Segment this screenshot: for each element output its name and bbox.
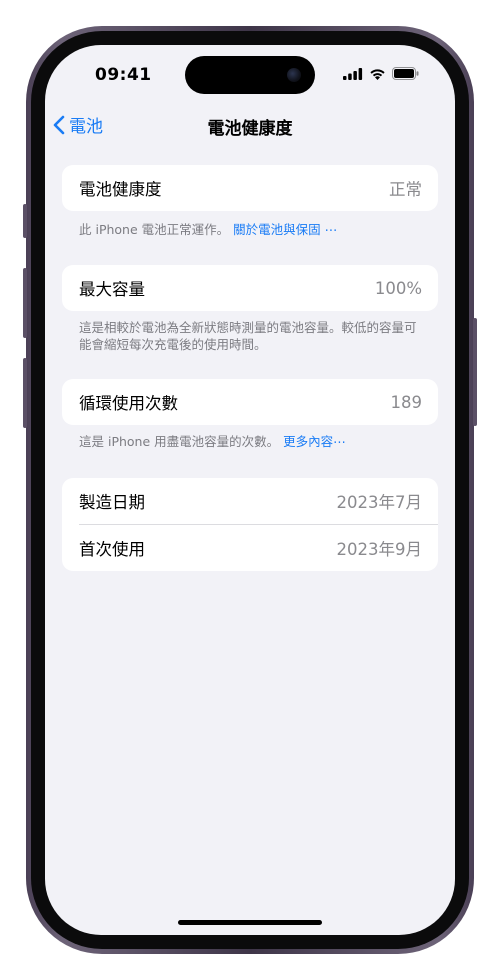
manufacture-value: 2023年7月 (336, 493, 423, 512)
capacity-label: 最大容量 (79, 280, 145, 299)
cycles-footer: 這是 iPhone 用盡電池容量的次數。 更多內容⋯ (79, 433, 424, 450)
health-footer-text: 此 iPhone 電池正常運作。 (79, 222, 230, 237)
manufacture-row: 製造日期 2023年7月 (62, 478, 438, 524)
signal-icon (343, 67, 363, 80)
dates-card: 製造日期 2023年7月 首次使用 2023年9月 (62, 478, 438, 571)
more-info-link[interactable]: 更多內容⋯ (283, 434, 346, 449)
capacity-card: 最大容量 100% (62, 265, 438, 311)
cycles-card: 循環使用次數 189 (62, 379, 438, 425)
status-bar: 09:41 (45, 45, 455, 105)
capacity-footer: 這是相較於電池為全新狀態時測量的電池容量。較低的容量可能會縮短每次充電後的使用時… (79, 319, 424, 353)
page-title: 電池健康度 (207, 119, 293, 139)
screen: 09:41 電池 電池健康度 電池健康度 正常 此 iPhone 電池正常運作。… (45, 45, 455, 935)
first-use-label: 首次使用 (79, 540, 145, 559)
status-icons (343, 67, 419, 80)
cycles-value: 189 (390, 392, 423, 412)
home-indicator[interactable] (178, 920, 322, 925)
cycles-footer-text: 這是 iPhone 用盡電池容量的次數。 (79, 434, 280, 449)
manufacture-label: 製造日期 (79, 493, 145, 512)
navigation-bar: 電池 電池健康度 (45, 108, 455, 144)
health-card: 電池健康度 正常 (62, 165, 438, 211)
cycles-label: 循環使用次數 (79, 394, 178, 413)
volume-down-button (23, 358, 27, 428)
action-button (23, 204, 27, 238)
volume-up-button (23, 268, 27, 338)
battery-icon (392, 67, 419, 80)
cycles-row: 循環使用次數 189 (62, 379, 438, 425)
dynamic-island (185, 56, 315, 94)
capacity-value: 100% (374, 278, 422, 298)
first-use-row: 首次使用 2023年9月 (62, 525, 438, 571)
power-button (473, 318, 477, 426)
health-label: 電池健康度 (79, 180, 162, 199)
capacity-row: 最大容量 100% (62, 265, 438, 311)
wifi-icon (370, 68, 385, 80)
health-value: 正常 (389, 180, 422, 199)
warranty-link[interactable]: 關於電池與保固 ⋯ (233, 222, 337, 237)
health-row: 電池健康度 正常 (62, 165, 438, 211)
status-time: 09:41 (95, 65, 152, 85)
first-use-value: 2023年9月 (336, 540, 423, 559)
camera-icon (287, 68, 301, 82)
health-footer: 此 iPhone 電池正常運作。 關於電池與保固 ⋯ (79, 221, 424, 238)
capacity-footer-text: 這是相較於電池為全新狀態時測量的電池容量。較低的容量可能會縮短每次充電後的使用時… (79, 320, 417, 352)
